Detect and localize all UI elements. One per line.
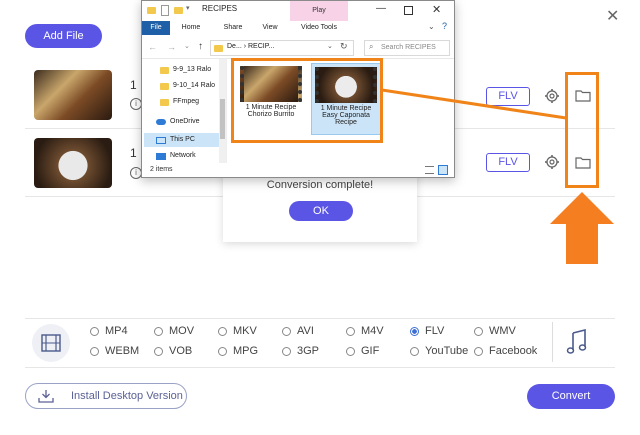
format-option-webm[interactable]: WEBM xyxy=(90,345,139,357)
large-icons-view-icon[interactable] xyxy=(438,165,448,175)
nav-item-folder[interactable]: 9-10_14 Ralo xyxy=(160,79,215,93)
nav-item-this-pc[interactable]: This PC xyxy=(144,133,224,147)
film-icon xyxy=(41,334,61,352)
address-input[interactable]: De... › RECIP... ⌄ ↻ xyxy=(210,40,354,56)
nav-item-network[interactable]: Network xyxy=(156,151,196,161)
format-option-mkv[interactable]: MKV xyxy=(218,325,257,337)
video-thumbnail xyxy=(34,70,112,120)
window-title: RECIPES xyxy=(202,4,238,13)
gear-icon[interactable] xyxy=(544,154,560,170)
format-option-wmv[interactable]: WMV xyxy=(474,325,516,337)
video-format-tab[interactable] xyxy=(32,324,70,362)
minimize-icon[interactable]: — xyxy=(376,3,386,14)
download-icon xyxy=(38,390,54,403)
format-option-youtube[interactable]: YouTube xyxy=(410,345,468,357)
explorer-titlebar: ▾ RECIPES Play — ✕ xyxy=(142,1,454,21)
output-format-button[interactable]: FLV xyxy=(486,153,530,172)
highlight-connector xyxy=(381,88,567,120)
folder-icon xyxy=(160,98,169,106)
details-view-icon[interactable] xyxy=(425,166,434,174)
nav-item-onedrive[interactable]: OneDrive xyxy=(156,115,200,129)
format-option-gif[interactable]: GIF xyxy=(346,345,379,357)
address-row: ← → ⌄ ↑ De... › RECIP... ⌄ ↻ ⌕ Search RE… xyxy=(142,37,454,59)
recent-dropdown-icon[interactable]: ⌄ xyxy=(184,42,190,50)
folder-icon xyxy=(160,82,169,90)
folder-icon xyxy=(214,45,223,52)
search-icon: ⌕ xyxy=(369,42,374,51)
files-highlight-box xyxy=(231,58,383,143)
ribbon-tabs: File Home Share View Video Tools ⌄ ? xyxy=(142,21,454,35)
video-thumbnail xyxy=(34,138,112,188)
forward-icon[interactable]: → xyxy=(167,42,176,52)
install-label: Install Desktop Version xyxy=(71,390,183,402)
close-icon[interactable]: ✕ xyxy=(432,3,441,16)
ribbon-expand-icon[interactable]: ⌄ xyxy=(428,22,435,31)
back-icon[interactable]: ← xyxy=(148,42,157,52)
maximize-icon[interactable] xyxy=(404,6,413,15)
format-option-mov[interactable]: MOV xyxy=(154,325,194,337)
ok-button[interactable]: OK xyxy=(289,201,353,221)
navigation-pane: 9-9_13 Ralo 9-10_14 Ralo FFmpeg OneDrive… xyxy=(142,59,227,163)
format-option-mp4[interactable]: MP4 xyxy=(90,325,128,337)
qat-dropdown-icon[interactable]: ▾ xyxy=(186,4,190,12)
format-option-avi[interactable]: AVI xyxy=(282,325,314,337)
refresh-icon[interactable]: ↻ xyxy=(340,41,348,52)
properties-icon[interactable] xyxy=(161,5,169,16)
music-note-icon[interactable] xyxy=(566,329,588,355)
folder-highlight-box xyxy=(565,72,599,188)
folder-icon xyxy=(147,7,156,14)
format-option-vob[interactable]: VOB xyxy=(154,345,192,357)
search-placeholder: Search RECIPES xyxy=(381,44,436,51)
item-count: 2 items xyxy=(150,166,173,173)
up-arrow-icon xyxy=(550,192,614,264)
nav-item-folder[interactable]: FFmpeg xyxy=(160,95,199,109)
dialog-message: Conversion complete! xyxy=(266,179,374,191)
add-file-button[interactable]: Add File xyxy=(25,24,102,48)
tab-home[interactable]: Home xyxy=(176,21,206,35)
contextual-tab-header: Play xyxy=(290,1,348,21)
network-icon xyxy=(156,152,166,160)
up-folder-icon[interactable]: ↑ xyxy=(198,41,203,52)
format-option-flv[interactable]: FLV xyxy=(410,325,444,337)
row-index: 1 xyxy=(130,78,137,92)
format-option-facebook[interactable]: Facebook xyxy=(474,345,537,357)
new-folder-icon[interactable] xyxy=(174,7,183,14)
tab-view[interactable]: View xyxy=(254,21,286,35)
tab-video-tools[interactable]: Video Tools xyxy=(290,21,348,35)
row-index: 1 xyxy=(130,146,137,160)
install-desktop-button[interactable]: Install Desktop Version xyxy=(25,383,187,409)
search-box[interactable]: ⌕ Search RECIPES xyxy=(364,40,450,56)
close-app-icon[interactable]: ✕ xyxy=(606,6,619,26)
format-option-3gp[interactable]: 3GP xyxy=(282,345,319,357)
status-bar: 2 items xyxy=(142,163,454,177)
computer-icon xyxy=(156,136,166,144)
panel-separator xyxy=(552,322,553,362)
nav-item-folder[interactable]: 9-9_13 Ralo xyxy=(160,63,211,77)
format-option-mpg[interactable]: MPG xyxy=(218,345,258,357)
nav-scrollbar[interactable] xyxy=(219,59,226,163)
help-icon[interactable]: ? xyxy=(442,21,447,31)
folder-icon xyxy=(160,66,169,74)
cloud-icon xyxy=(156,119,166,125)
tab-file[interactable]: File xyxy=(142,21,170,35)
address-dropdown-icon[interactable]: ⌄ xyxy=(327,42,333,50)
format-option-m4v[interactable]: M4V xyxy=(346,325,384,337)
convert-button[interactable]: Convert xyxy=(527,384,615,409)
tab-share[interactable]: Share xyxy=(214,21,252,35)
